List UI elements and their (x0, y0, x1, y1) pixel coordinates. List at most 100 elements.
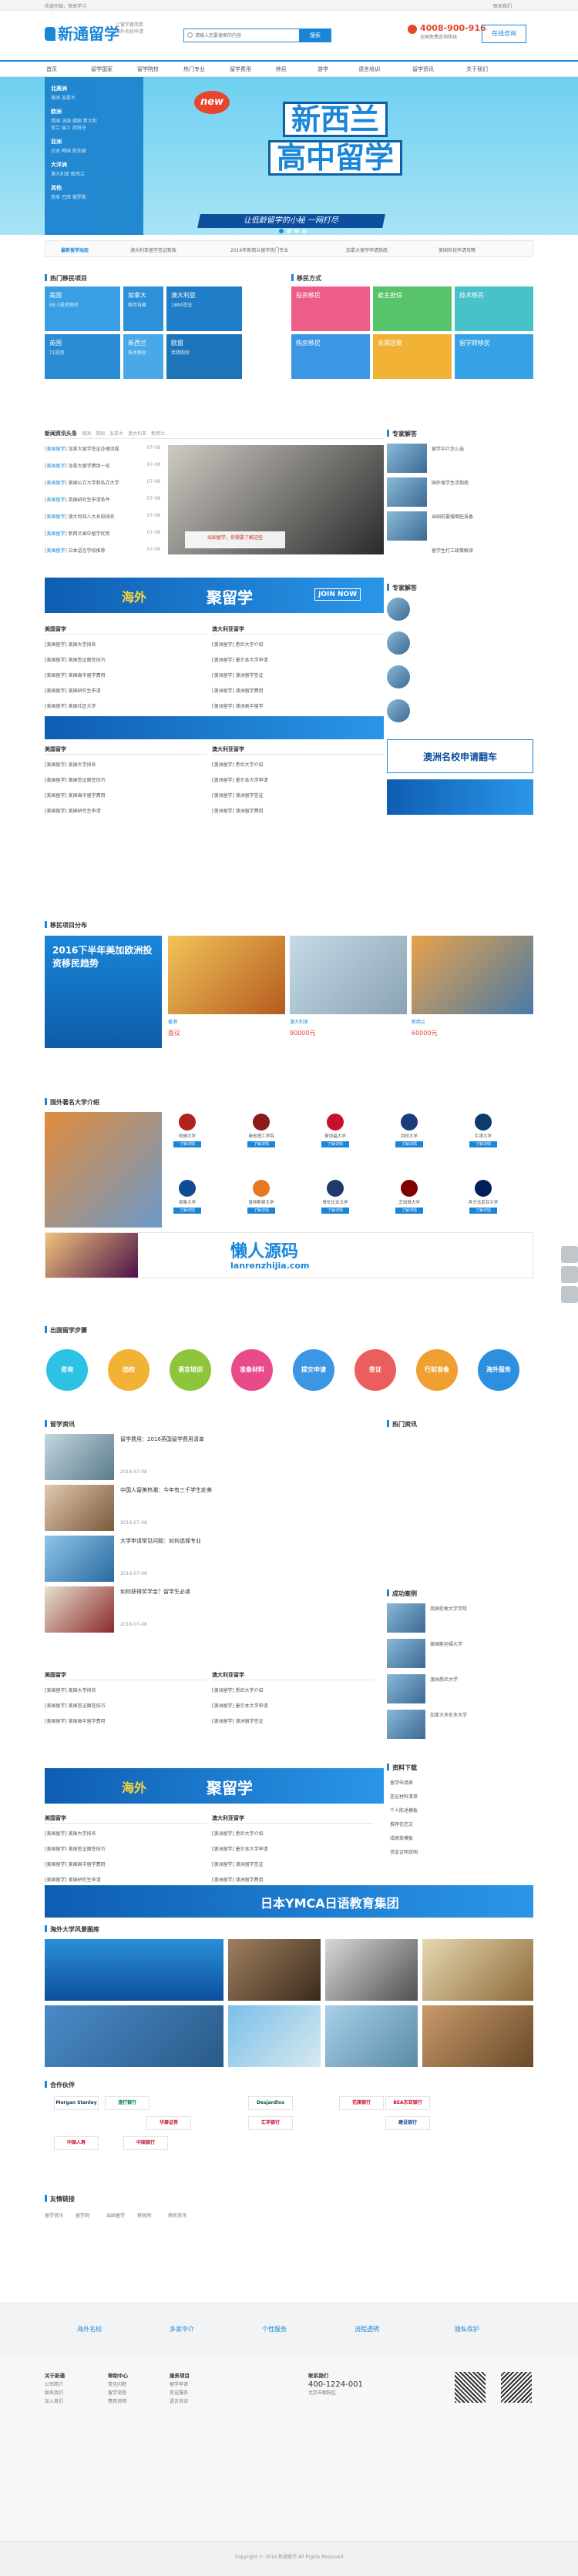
online-consult-button[interactable]: 在线咨询 (482, 25, 526, 43)
tile-canada[interactable]: 加拿大 联邦自雇 (123, 286, 163, 331)
list-item[interactable]: [美国留学] 美国高中留学费用 (45, 1717, 203, 1725)
list-item[interactable]: [美国留学] 美国签证面签技巧 (45, 776, 203, 784)
partner-logo[interactable]: Desjardins (248, 2096, 293, 2110)
news-title[interactable]: 大学申请常见问题：如何选择专业 (120, 1537, 375, 1545)
list-item[interactable]: [澳洲留学] 墨尔本大学申请 (212, 1702, 370, 1710)
step-circle[interactable]: 语言培训 (170, 1349, 211, 1391)
download-item[interactable]: 个人陈述模板 (390, 1807, 529, 1814)
download-item[interactable]: 留学申请表 (390, 1779, 529, 1787)
uni-card[interactable]: 麻省理工学院 了解详情 (242, 1112, 281, 1157)
list-item[interactable]: [美国留学] 美国高中留学费用 (45, 792, 203, 799)
news-title[interactable]: 中国人留美热潮：今年有三千学生赴美 (120, 1486, 375, 1494)
news-thumb[interactable] (45, 1536, 114, 1582)
list-item[interactable]: [澳洲留学] 澳洲留学费用 (212, 807, 381, 815)
gallery-image[interactable] (325, 1939, 418, 2001)
uni-card[interactable]: 宾夕法尼亚大学 了解详情 (464, 1178, 502, 1223)
footer-link[interactable]: 加入我们 (45, 2397, 65, 2406)
list-item[interactable]: [美国留学] 美国高中留学费用 (45, 672, 203, 679)
mig-card-image[interactable] (290, 936, 407, 1014)
uni-card[interactable]: 哥伦比亚大学 了解详情 (316, 1178, 355, 1223)
carousel-dots[interactable] (277, 229, 308, 235)
nav-item[interactable]: 语言培训 (358, 65, 380, 73)
avatar[interactable] (387, 631, 410, 655)
way-tile[interactable]: 购房移民 (291, 334, 370, 379)
gallery-image[interactable] (45, 1939, 223, 2001)
friend-link[interactable]: 留学资讯 (45, 2212, 76, 2219)
search-input[interactable] (184, 29, 300, 42)
ticker-item[interactable]: 加拿大留学申请指南 (346, 246, 388, 253)
mig-card-image[interactable] (168, 936, 285, 1014)
list-item[interactable]: [澳洲留学] 悉尼大学介绍 (212, 1687, 370, 1694)
gallery-image[interactable] (422, 1939, 533, 2001)
partner-logo[interactable]: 渣打银行 (105, 2096, 150, 2110)
menu-group-title[interactable]: 欧洲 (51, 108, 137, 116)
expert-photo[interactable] (387, 477, 427, 507)
list-item[interactable]: [美国留学] 美国研究生申请 (45, 807, 203, 815)
friend-link[interactable]: 出国留学 (106, 2212, 137, 2219)
list-item[interactable]: [美国留学] 英国研究生申请条件 07-08 (45, 496, 160, 504)
nav-item[interactable]: 移民 (276, 65, 287, 73)
news-title[interactable]: 留学费用：2016英国留学费用清单 (120, 1435, 375, 1443)
nav-item[interactable]: 游学 (318, 65, 328, 73)
list-item[interactable]: [澳洲留学] 澳洲留学费用 (212, 687, 381, 695)
list-item[interactable]: [美国留学] 美国大学排名 (45, 761, 203, 769)
partner-logo[interactable]: 汇丰银行 (248, 2116, 293, 2130)
phone-float-icon[interactable] (561, 1246, 578, 1263)
news-tab[interactable]: 澳大利亚 (128, 431, 146, 437)
way-tile[interactable]: 亲属团聚 (373, 334, 452, 379)
list-item[interactable]: [美国留学] 美国签证面签技巧 (45, 656, 203, 664)
tile-usa[interactable]: 美国 EB-5投资移民 (45, 286, 120, 331)
friend-link[interactable]: 移民资讯 (168, 2212, 199, 2219)
case-item[interactable]: 加拿大多伦多大学 (430, 1711, 530, 1719)
list-item[interactable]: [美国留学] 美国签证面签技巧 (45, 1702, 203, 1710)
menu-item[interactable]: 南非 巴西 俄罗斯 (51, 194, 137, 201)
list-item[interactable]: [澳洲留学] 悉尼大学介绍 (212, 641, 381, 648)
list-item[interactable]: [美国留学] 日本语言学校推荐 07-08 (45, 547, 160, 554)
partner-logo[interactable]: 中国银行 (123, 2136, 168, 2150)
nav-item[interactable]: 留学资讯 (412, 65, 434, 73)
list-item[interactable]: [澳洲留学] 澳洲留学签证 (212, 672, 381, 679)
footer-link[interactable]: 留学申请 (170, 2380, 190, 2389)
list-item[interactable]: [美国留学] 澳大利亚八大名校排名 07-08 (45, 513, 160, 521)
expert-item[interactable]: 出国前要做哪些准备 (432, 513, 532, 521)
menu-item[interactable]: 日本 韩国 新加坡 (51, 148, 137, 155)
expert-item[interactable]: 留学中介怎么选 (432, 445, 532, 453)
mig-card-title[interactable]: 新西兰 (412, 1018, 527, 1026)
nav-item[interactable]: 留学国家 (91, 65, 113, 73)
site-logo[interactable]: 新通留学 (45, 22, 119, 44)
ticker-item[interactable]: 澳大利亚留学签证新政 (130, 246, 176, 253)
uni-card[interactable]: 斯坦福大学 了解详情 (316, 1112, 355, 1157)
list-item[interactable]: [澳洲留学] 澳洲高中留学 (212, 702, 381, 710)
expert-item[interactable]: 留学生打工政策解读 (432, 547, 532, 554)
ad-banner[interactable] (45, 716, 384, 739)
gallery-image[interactable] (228, 2005, 321, 2067)
list-item[interactable]: [澳洲留学] 悉尼大学介绍 (212, 1830, 370, 1837)
friend-link[interactable]: 移民网 (137, 2212, 168, 2219)
list-item[interactable]: [美国留学] 美国研究生申请 (45, 1876, 203, 1884)
news-title[interactable]: 如何获得奖学金？留学生必读 (120, 1588, 375, 1596)
way-tile[interactable]: 留学转移民 (455, 334, 533, 379)
mig-card-image[interactable] (412, 936, 533, 1014)
list-item[interactable]: [澳洲留学] 墨尔本大学申请 (212, 656, 381, 664)
avatar[interactable] (387, 665, 410, 688)
news-thumb[interactable] (45, 1586, 114, 1633)
case-photo[interactable] (387, 1674, 425, 1703)
nav-item[interactable]: 热门专业 (183, 65, 205, 73)
way-tile[interactable]: 雇主担保 (373, 286, 452, 331)
case-item[interactable]: 英国伦敦大学学院 (430, 1605, 530, 1613)
nav-item[interactable]: 首页 (46, 65, 57, 73)
list-item[interactable]: [美国留学] 美国研究生申请 (45, 687, 203, 695)
list-item[interactable]: [美国留学] 美国大学排名 (45, 641, 203, 648)
list-item[interactable]: [美国留学] 加拿大留学签证办理流程 07-08 (45, 445, 160, 453)
gallery-image[interactable] (45, 2005, 223, 2067)
list-item[interactable]: [美国留学] 美国高中留学费用 (45, 1861, 203, 1868)
step-circle[interactable]: 签证 (355, 1349, 396, 1391)
menu-group-title[interactable]: 北美洲 (51, 85, 137, 92)
tile-uk[interactable]: 英国 T1投资 (45, 334, 120, 379)
footer-link[interactable]: 公司简介 (45, 2380, 65, 2389)
list-item[interactable]: [美国留学] 美国大学排名 (45, 1687, 203, 1694)
tile-australia[interactable]: 澳大利亚 188A签证 (166, 286, 242, 331)
uni-card[interactable]: 普林斯顿大学 了解详情 (242, 1178, 281, 1223)
step-circle[interactable]: 海外服务 (478, 1349, 519, 1391)
lanren-banner[interactable]: 懒人源码 lanrenzhijia.com (45, 1232, 533, 1278)
